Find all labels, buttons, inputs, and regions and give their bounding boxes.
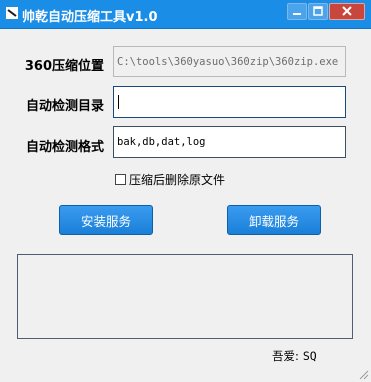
uninstall-service-button[interactable]: 卸载服务 [227, 205, 321, 235]
minimize-button[interactable] [287, 3, 307, 20]
app-window: 帅乾自动压缩工具v1.0 360压缩位置 C:\tools\360yasuo\3… [0, 0, 371, 382]
zip-location-value: C:\tools\360yasuo\360zip\360zip.exe [117, 55, 339, 68]
watch-format-field[interactable]: bak,db,dat,log [113, 126, 346, 158]
maximize-button[interactable] [308, 3, 328, 20]
install-service-button[interactable]: 安装服务 [59, 205, 153, 235]
delete-after-option[interactable]: 压缩后删除原文件 [115, 171, 225, 188]
title-bar[interactable]: 帅乾自动压缩工具v1.0 [0, 0, 371, 29]
zip-location-field[interactable]: C:\tools\360yasuo\360zip\360zip.exe [113, 46, 346, 77]
close-icon [342, 6, 352, 16]
log-output-area[interactable] [17, 254, 353, 339]
author-label: 吾爱: [272, 349, 299, 363]
close-button[interactable] [329, 3, 365, 20]
window-title: 帅乾自动压缩工具v1.0 [22, 10, 158, 25]
app-logo-icon [6, 7, 18, 19]
resize-grip-icon[interactable] [357, 368, 369, 380]
minimize-icon [293, 13, 301, 15]
zip-location-label: 360压缩位置 [24, 59, 104, 74]
watch-format-value: bak,db,dat,log [117, 136, 206, 148]
text-caret [118, 95, 119, 109]
author-credit: 吾爱: SQ [272, 348, 317, 364]
watch-format-label: 自动检测格式 [25, 140, 104, 155]
delete-after-checkbox[interactable] [115, 174, 126, 185]
author-value: SQ [302, 349, 317, 363]
watch-dir-field[interactable] [113, 86, 346, 118]
delete-after-label: 压缩后删除原文件 [129, 173, 226, 187]
maximize-icon [313, 6, 323, 16]
watch-dir-label: 自动检测目录 [25, 99, 104, 114]
